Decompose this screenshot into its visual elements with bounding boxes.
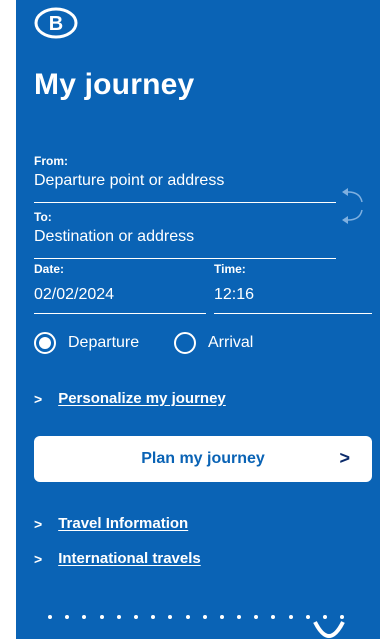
international-travels-link[interactable]: > International travels <box>34 550 201 567</box>
arrival-label: Arrival <box>208 334 254 351</box>
radio-unselected-icon <box>174 332 196 354</box>
journey-panel: B My journey From: Departure point or ad… <box>16 0 380 639</box>
chevron-right-icon: > <box>339 448 350 468</box>
from-label: From: <box>34 154 68 168</box>
to-input[interactable]: Destination or address <box>34 228 194 246</box>
departure-radio[interactable]: Departure <box>34 330 139 356</box>
date-input[interactable]: 02/02/2024 <box>34 286 114 304</box>
date-underline <box>34 313 206 314</box>
time-label: Time: <box>214 262 246 276</box>
from-underline <box>34 202 336 203</box>
to-underline <box>34 258 336 259</box>
chevron-right-icon: > <box>34 515 43 532</box>
arrival-radio[interactable]: Arrival <box>174 330 253 356</box>
chevron-right-icon: > <box>34 550 43 567</box>
plan-journey-button[interactable]: Plan my journey > <box>34 436 372 482</box>
sncb-logo: B <box>34 7 78 39</box>
decorative-arc <box>313 621 345 638</box>
logo-letter: B <box>49 13 63 35</box>
to-label: To: <box>34 210 52 224</box>
from-input[interactable]: Departure point or address <box>34 172 224 190</box>
time-input[interactable]: 12:16 <box>214 286 254 304</box>
time-underline <box>214 313 372 314</box>
plan-button-label: Plan my journey <box>141 450 265 467</box>
personalize-link[interactable]: > Personalize my journey <box>34 390 226 407</box>
chevron-right-icon: > <box>34 390 43 407</box>
date-label: Date: <box>34 262 65 276</box>
departure-label: Departure <box>68 334 140 351</box>
swap-icon[interactable] <box>338 186 368 226</box>
page-title: My journey <box>34 68 195 101</box>
travel-information-link[interactable]: > Travel Information <box>34 515 188 532</box>
radio-selected-icon <box>34 332 56 354</box>
